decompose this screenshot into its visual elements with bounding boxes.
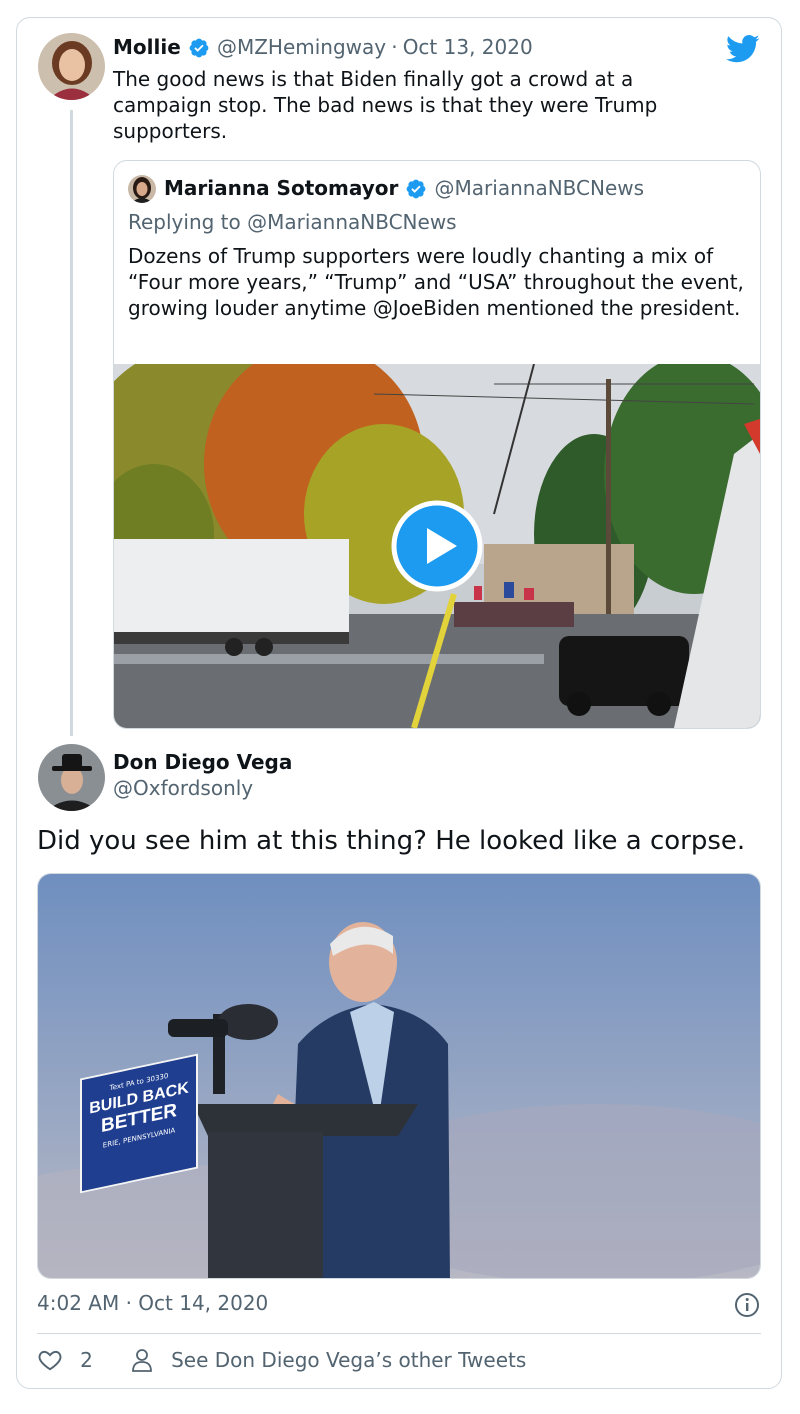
avatar-marianna[interactable] [128,175,156,203]
quoted-tweet-text: Dozens of Trump supporters were loudly c… [128,244,744,320]
replying-to[interactable]: Replying to @MariannaNBCNews [128,210,457,234]
thread-connector [70,110,73,736]
avatar-don-diego-vega[interactable] [38,744,105,811]
main-author-handle[interactable]: @Oxfordsonly [113,776,253,800]
quoted-author-name[interactable]: Marianna Sotomayor [164,176,398,200]
quoted-author-handle[interactable]: @MariannaNBCNews [435,176,645,200]
parent-tweet-text: The good news is that Biden finally got … [113,67,658,143]
like-button[interactable]: 2 [37,1347,93,1375]
author-name[interactable]: Mollie [113,35,181,59]
info-icon[interactable] [734,1292,760,1318]
divider [37,1333,761,1334]
separator: · [391,35,398,59]
quoted-tweet[interactable]: Marianna Sotomayor @MariannaNBCNews Repl… [113,160,761,729]
video-thumbnail[interactable] [114,364,760,728]
avatar-mollie[interactable] [38,33,105,100]
see-other-tweets-link[interactable]: See Don Diego Vega’s other Tweets [130,1347,526,1375]
tweet-image[interactable]: Text PA to 30330 BUILD BACK BETTER ERIE,… [37,873,761,1279]
twitter-bird-icon[interactable] [726,34,760,64]
main-author-name[interactable]: Don Diego Vega [113,750,292,774]
heart-icon [38,1350,62,1371]
verified-badge-icon [407,179,426,199]
person-icon [132,1349,152,1372]
verified-badge-icon [189,38,209,58]
parent-tweet-header: Mollie @MZHemingway · Oct 13, 2020 [113,35,533,63]
tweet-date[interactable]: Oct 13, 2020 [403,35,533,59]
quoted-tweet-header: Marianna Sotomayor @MariannaNBCNews [164,176,644,203]
like-count: 2 [80,1348,93,1372]
see-other-tweets-label: See Don Diego Vega’s other Tweets [171,1348,527,1372]
author-handle[interactable]: @MZHemingway [217,35,386,59]
main-tweet-text: Did you see him at this thing? He looked… [37,826,746,856]
tweet-timestamp[interactable]: 4:02 AM · Oct 14, 2020 [37,1291,268,1315]
play-icon[interactable] [391,500,483,592]
